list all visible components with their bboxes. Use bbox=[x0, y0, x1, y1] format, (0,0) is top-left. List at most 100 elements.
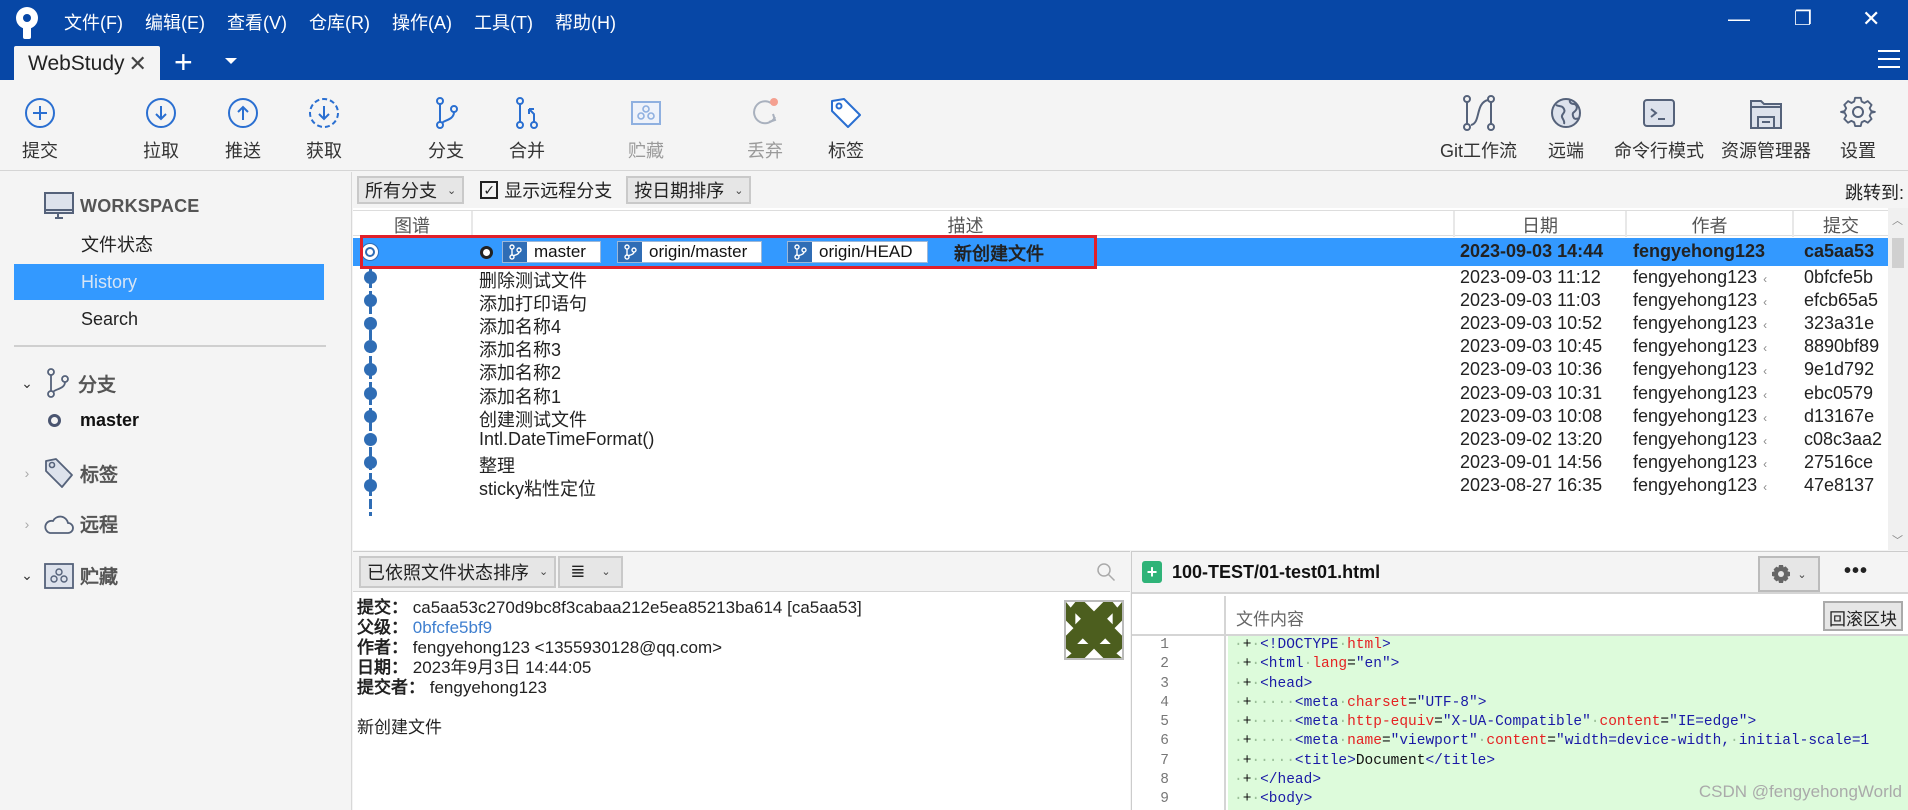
commit-hash: ca5aa53 bbox=[1804, 241, 1875, 261]
fetch-button[interactable]: 获取 bbox=[306, 95, 342, 163]
tab-dropdown-icon[interactable] bbox=[225, 58, 237, 64]
commit-row[interactable]: master origin/master origin/HEAD 新创建文件 2023-… bbox=[353, 238, 1888, 266]
history-scrollbar[interactable]: ︿ ﹀ bbox=[1888, 208, 1908, 550]
git-flow-button[interactable]: Git工作流 bbox=[1440, 95, 1517, 163]
commit-hash: ebc0579 bbox=[1804, 382, 1874, 403]
commit-author: fengyehong123 bbox=[1633, 241, 1766, 261]
branch-ref-badge[interactable]: master bbox=[502, 241, 601, 263]
commit-row[interactable]: sticky粘性定位 2023-08-27 16:35 fengyehong123 ‹… bbox=[353, 474, 1888, 499]
show-remote-branches-checkbox[interactable]: ✓ 显示远程分支 bbox=[480, 177, 612, 203]
column-commit[interactable]: 提交 bbox=[1794, 212, 1888, 238]
author-avatar bbox=[1064, 600, 1124, 660]
settings-button[interactable]: 设置 bbox=[1840, 95, 1876, 163]
parent-commit-link[interactable]: 0bfcfe5bf9 bbox=[413, 618, 492, 637]
column-author[interactable]: 作者 bbox=[1627, 212, 1792, 238]
terminal-button[interactable]: 命令行模式 bbox=[1614, 95, 1704, 163]
explorer-button[interactable]: 资源管理器 bbox=[1721, 95, 1811, 163]
tag-button[interactable]: 标签 bbox=[828, 95, 864, 163]
search-icon[interactable] bbox=[1096, 562, 1116, 582]
stash-icon bbox=[44, 562, 74, 589]
branch-ref-label: master bbox=[534, 242, 586, 261]
history-filter-bar: 所有分支 ⌄ ✓ 显示远程分支 按日期排序 ⌄ 跳转到: bbox=[353, 172, 1908, 208]
pull-button[interactable]: 拉取 bbox=[143, 95, 179, 163]
merge-button[interactable]: 合并 bbox=[509, 95, 545, 163]
commit-row[interactable]: 创建测试文件 2023-09-03 10:08 fengyehong123 ‹ d131… bbox=[353, 405, 1888, 430]
fetch-dashed-circle-icon bbox=[309, 98, 339, 128]
commit-details-panel: 已依照文件状态排序 ⌄ ≣ ⌄ 提交： ca5aa53c270d9bc8f3caba… bbox=[353, 551, 1130, 810]
branch-filter-dropdown[interactable]: 所有分支 ⌄ bbox=[357, 176, 465, 204]
push-button[interactable]: 推送 bbox=[225, 95, 261, 163]
discard-button[interactable]: 丢弃 bbox=[747, 95, 783, 163]
commit-node-icon bbox=[364, 432, 377, 446]
sidebar-group-stashes[interactable]: ⌄ 贮藏 bbox=[16, 562, 118, 589]
sidebar-item-file-status[interactable]: 文件状态 bbox=[14, 227, 324, 263]
more-options-icon[interactable]: ••• bbox=[1844, 560, 1868, 583]
commit-author: fengyehong123 ‹ bbox=[1633, 267, 1768, 287]
column-description[interactable]: 描述 bbox=[473, 212, 1458, 238]
branch-button[interactable]: 分支 bbox=[428, 95, 464, 163]
sourcetree-logo-icon bbox=[16, 7, 38, 39]
menu-edit[interactable]: 编辑(E) bbox=[145, 9, 205, 35]
sidebar-group-tags[interactable]: › 标签 bbox=[16, 457, 118, 489]
branch-icon bbox=[788, 242, 812, 262]
commit-details: 提交： ca5aa53c270d9bc8f3cabaa212e5ea85213b… bbox=[357, 598, 862, 738]
commit-row[interactable]: 添加名称3 2023-09-03 10:45 fengyehong123 ‹ 8890b… bbox=[353, 335, 1888, 360]
sidebar-item-history[interactable]: History bbox=[14, 264, 324, 300]
chevron-down-icon: ⌄ bbox=[21, 374, 33, 391]
commit-row[interactable]: 添加名称1 2023-09-03 10:31 fengyehong123 ‹ ebc05… bbox=[353, 382, 1888, 407]
commit-row[interactable]: 删除测试文件 2023-09-03 11:12 fengyehong123 ‹ 0bfc… bbox=[353, 266, 1888, 291]
scroll-thumb[interactable] bbox=[1892, 238, 1904, 268]
commit-row[interactable]: 添加名称2 2023-09-03 10:36 fengyehong123 ‹ 9e1d7… bbox=[353, 358, 1888, 383]
commit-hash: 27516ce bbox=[1804, 451, 1874, 472]
commit-description: sticky粘性定位 bbox=[479, 478, 596, 499]
detail-committer: 提交者： fengyehong123 bbox=[357, 678, 547, 697]
tab-close-icon[interactable]: ✕ bbox=[129, 51, 147, 77]
branch-icon bbox=[618, 242, 642, 262]
line-content: ·+·<head> bbox=[1228, 674, 1908, 694]
menu-repository[interactable]: 仓库(R) bbox=[309, 9, 370, 35]
menu-view[interactable]: 查看(V) bbox=[227, 9, 287, 35]
scroll-up-icon[interactable]: ︿ bbox=[1892, 212, 1903, 228]
remote-button[interactable]: 远端 bbox=[1548, 95, 1584, 163]
commit-author: fengyehong123 ‹ bbox=[1633, 336, 1768, 357]
revert-hunk-button[interactable]: 回滚区块 bbox=[1823, 601, 1903, 631]
menu-bar: 文件(F) 编辑(E) 查看(V) 仓库(R) 操作(A) 工具(T) 帮助(H… bbox=[64, 9, 638, 35]
commit-row[interactable]: 整理 2023-09-01 14:56 fengyehong123 ‹ 27516ce bbox=[353, 451, 1888, 476]
commit-row[interactable]: Intl.DateTimeFormat() 2023-09-02 13:20 fen… bbox=[353, 428, 1888, 451]
menu-actions[interactable]: 操作(A) bbox=[392, 9, 452, 35]
commit-row[interactable]: 添加名称4 2023-09-03 10:52 fengyehong123 ‹ 323a3… bbox=[353, 312, 1888, 337]
menu-tools[interactable]: 工具(T) bbox=[474, 9, 533, 35]
sort-dropdown[interactable]: 按日期排序 ⌄ bbox=[626, 176, 752, 204]
menu-help[interactable]: 帮助(H) bbox=[555, 9, 616, 35]
sidebar-item-search[interactable]: Search bbox=[14, 301, 324, 337]
menu-file[interactable]: 文件(F) bbox=[64, 9, 123, 35]
line-content: ·+·····<meta·name="viewport"·content="wi… bbox=[1228, 732, 1908, 752]
line-number: 2 bbox=[1132, 655, 1226, 675]
close-button[interactable]: ✕ bbox=[1862, 6, 1880, 32]
view-mode-dropdown[interactable]: ≣ ⌄ bbox=[558, 555, 623, 588]
tab-webstudy[interactable]: WebStudy ✕ bbox=[14, 46, 160, 82]
minimize-button[interactable]: — bbox=[1728, 6, 1750, 32]
new-tab-button[interactable]: + bbox=[174, 44, 193, 81]
diff-line: 1 ·+·<!DOCTYPE·html> bbox=[1132, 636, 1908, 656]
branch-ref-badge[interactable]: origin/HEAD bbox=[787, 241, 928, 263]
jump-to-label: 跳转到: bbox=[1844, 183, 1904, 203]
commit-author: fengyehong123 ‹ bbox=[1633, 382, 1768, 403]
stash-button[interactable]: 贮藏 bbox=[628, 95, 664, 163]
column-graph[interactable]: 图谱 bbox=[353, 212, 471, 238]
diff-options-dropdown[interactable]: ⌄ bbox=[1758, 556, 1820, 592]
column-date[interactable]: 日期 bbox=[1455, 212, 1625, 238]
branch-ref-badge[interactable]: origin/master bbox=[617, 241, 763, 263]
commit-button[interactable]: 提交 bbox=[22, 95, 58, 163]
sidebar-group-remotes[interactable]: › 远程 bbox=[16, 510, 118, 537]
file-sort-dropdown[interactable]: 已依照文件状态排序 ⌄ bbox=[359, 555, 557, 588]
diff-file-name: 100-TEST/01-test01.html bbox=[1172, 561, 1381, 582]
restore-button[interactable]: ❐ bbox=[1794, 6, 1812, 31]
scroll-down-icon[interactable]: ﹀ bbox=[1892, 532, 1903, 548]
commit-row[interactable]: 添加打印语句 2023-09-03 11:03 fengyehong123 ‹ efcb… bbox=[353, 289, 1888, 314]
sidebar-branch-master[interactable]: master bbox=[48, 410, 139, 431]
hamburger-menu-icon[interactable] bbox=[1878, 50, 1900, 68]
sidebar-group-branches[interactable]: ⌄ 分支 bbox=[16, 368, 116, 398]
commit-hash: 323a31e bbox=[1804, 313, 1875, 334]
chevron-down-icon: ⌄ bbox=[21, 567, 33, 583]
